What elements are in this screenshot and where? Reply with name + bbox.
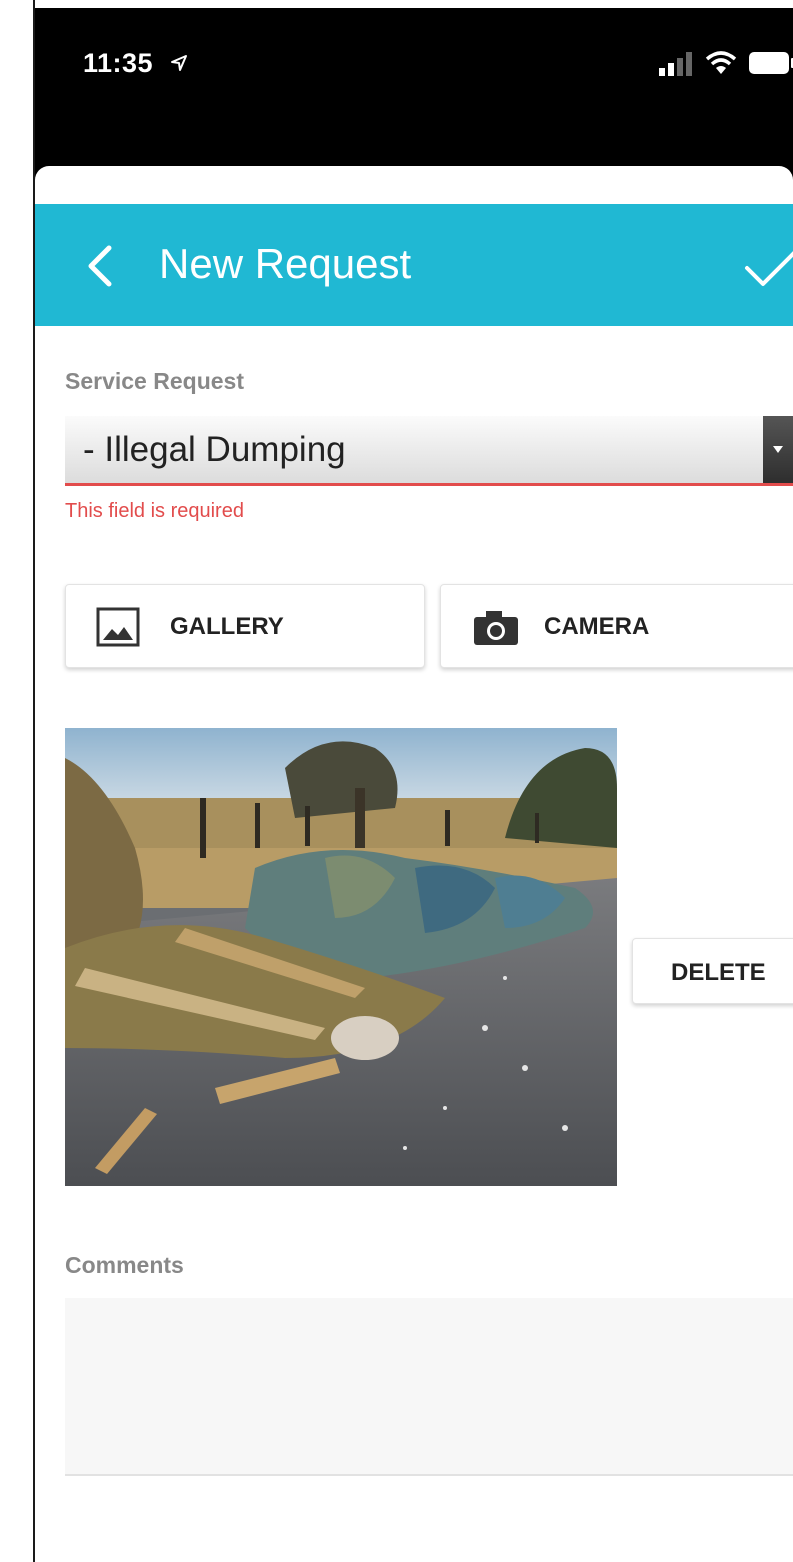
modal-sheet-top <box>35 166 793 206</box>
location-arrow-icon <box>171 55 187 71</box>
delete-button-label: DELETE <box>671 959 766 986</box>
status-time: 11:35 <box>83 48 154 78</box>
check-icon[interactable] <box>743 244 793 290</box>
image-icon <box>96 607 140 647</box>
signal-icon <box>659 52 692 76</box>
comments-input[interactable] <box>65 1298 793 1476</box>
battery-icon <box>749 52 793 74</box>
camera-button-label: CAMERA <box>544 613 650 640</box>
app-header: New Request <box>35 204 793 326</box>
dropdown-arrow-icon[interactable] <box>763 416 793 483</box>
service-request-select[interactable]: - Illegal Dumping <box>65 416 793 486</box>
comments-label: Comments <box>65 1252 184 1278</box>
chevron-left-icon[interactable] <box>85 244 115 288</box>
service-request-value: - Illegal Dumping <box>83 430 346 469</box>
photo-illegal-dumping <box>65 728 617 1186</box>
required-error-message: This field is required <box>65 500 244 522</box>
wifi-icon <box>705 51 737 74</box>
status-bar: 11:35 <box>35 8 793 188</box>
attached-photo <box>65 728 617 1186</box>
camera-button[interactable]: CAMERA <box>440 584 793 668</box>
phone-screen: 11:35 New Request Service Request - Ille… <box>35 8 793 1562</box>
delete-photo-button[interactable]: DELETE <box>632 938 793 1004</box>
camera-icon <box>474 611 518 645</box>
left-margin <box>0 0 35 1562</box>
service-request-label: Service Request <box>65 368 244 394</box>
gallery-button[interactable]: GALLERY <box>65 584 425 668</box>
page-title: New Request <box>159 240 412 287</box>
gallery-button-label: GALLERY <box>170 613 284 640</box>
